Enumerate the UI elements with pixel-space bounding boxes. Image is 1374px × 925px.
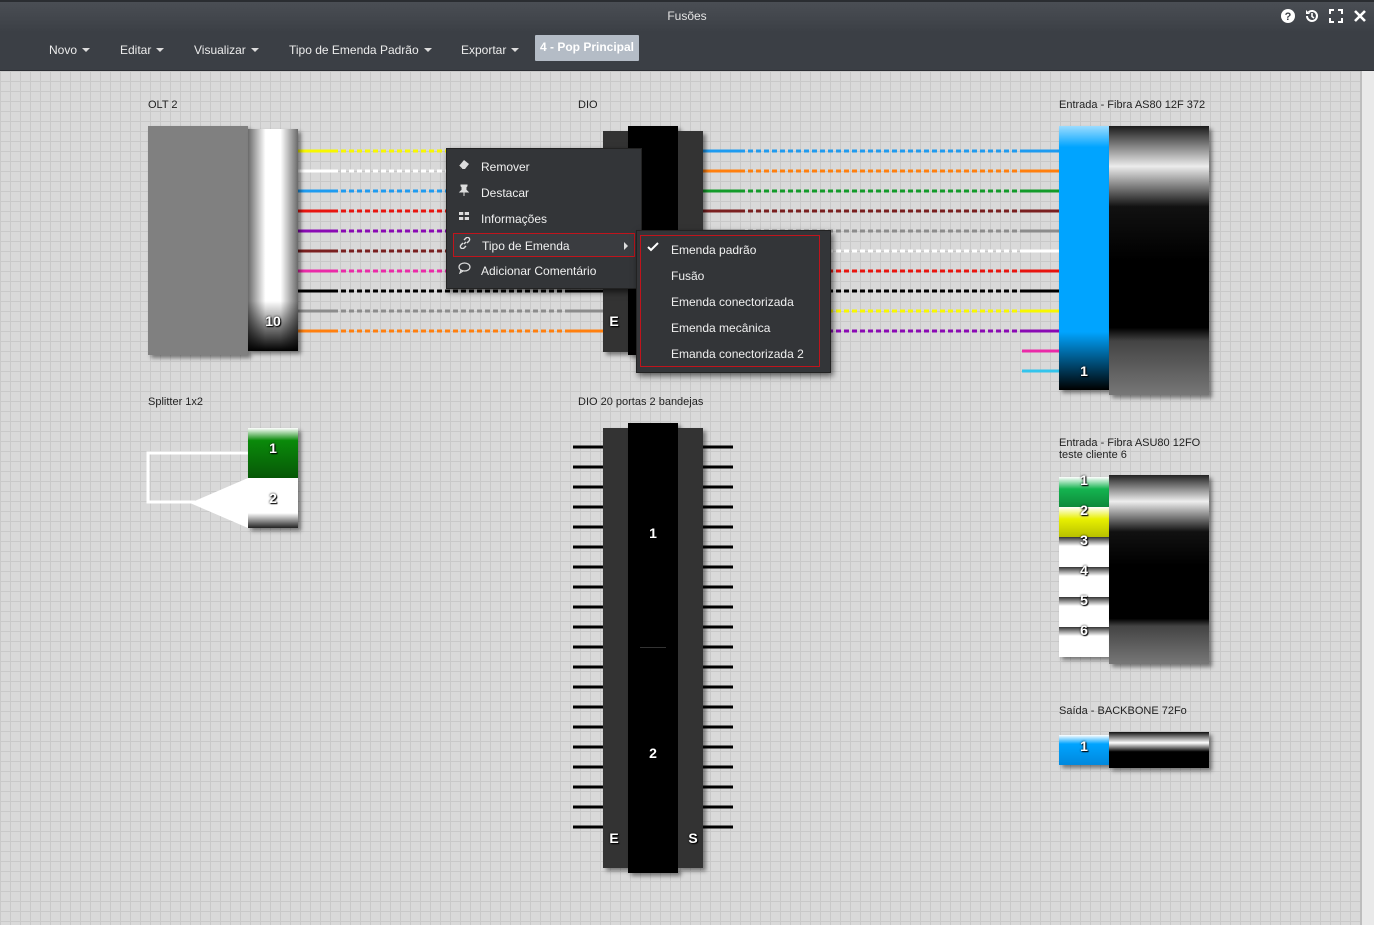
dio20-divider — [640, 647, 666, 648]
saida-cable[interactable] — [1109, 732, 1209, 768]
info-icon — [457, 207, 471, 231]
menu-visualizar-label: Visualizar — [194, 43, 246, 57]
dio20-tray2: 2 — [649, 745, 657, 761]
ctx-adicionar-comentario[interactable]: Adicionar Comentário — [453, 259, 637, 283]
link-icon — [458, 234, 472, 258]
dio20-side-s: S — [688, 830, 698, 846]
dio20-tray-left[interactable] — [603, 428, 628, 868]
saida-label: Saída - BACKBONE 72Fo — [1059, 705, 1187, 717]
ctx-destacar[interactable]: Destacar — [453, 181, 637, 205]
dio-side-e: E — [609, 313, 619, 329]
dio-label: DIO — [578, 99, 598, 111]
entrada2-fiber-num-4: 4 — [1080, 562, 1088, 578]
ctx-tipo-emenda[interactable]: Tipo de Emenda — [453, 233, 635, 257]
vertical-scrollbar[interactable] — [1360, 71, 1374, 925]
ctx-remover-label: Remover — [481, 160, 530, 174]
sub-emanda-conectorizada-2-label: Emanda conectorizada 2 — [671, 347, 804, 361]
sub-fusao-label: Fusão — [671, 269, 705, 283]
eraser-icon — [457, 155, 471, 179]
entrada1-tube-number: 1 — [1080, 363, 1088, 379]
ctx-adicionar-comentario-label: Adicionar Comentário — [481, 264, 597, 278]
entrada1-cable[interactable] — [1109, 126, 1209, 395]
entrada1-label: Entrada - Fibra AS80 12F 372 — [1059, 99, 1206, 111]
caret-down-icon — [156, 48, 165, 52]
menu-editar[interactable]: Editar — [120, 31, 165, 69]
menu-bar: Novo Editar Visualizar Tipo de Emenda Pa… — [0, 31, 1374, 71]
menu-novo[interactable]: Novo — [49, 31, 91, 69]
menu-exportar[interactable]: Exportar — [461, 31, 520, 69]
svg-text:?: ? — [1285, 11, 1292, 23]
entrada2-fiber-num-3: 3 — [1080, 532, 1088, 548]
history-icon[interactable] — [1300, 2, 1324, 31]
ctx-tipo-emenda-label: Tipo de Emenda — [482, 239, 570, 253]
dio20-label: DIO 20 portas 2 bandejas — [578, 396, 704, 408]
entrada2-cable[interactable] — [1109, 475, 1209, 664]
caret-down-icon — [511, 48, 520, 52]
fullscreen-icon[interactable] — [1324, 2, 1348, 31]
caret-down-icon — [82, 48, 91, 52]
context-menu: Remover Destacar Informações Tipo de Eme… — [446, 148, 642, 289]
olt-body[interactable] — [148, 126, 248, 355]
sub-emenda-padrao-label: Emenda padrão — [671, 243, 757, 257]
comment-icon — [457, 259, 471, 283]
splitter-out2-number: 2 — [269, 490, 277, 506]
menu-exportar-label: Exportar — [461, 43, 507, 57]
caret-down-icon — [423, 48, 432, 52]
sub-emenda-conectorizada[interactable]: Emenda conectorizada — [643, 290, 823, 314]
dio20-side-e: E — [609, 830, 619, 846]
pop-badge[interactable]: 4 - Pop Principal — [535, 35, 640, 61]
splitter-label: Splitter 1x2 — [148, 396, 204, 408]
splice-canvas[interactable]: OLT 2 10 DIO E Entrada - Fibra AS80 12F … — [0, 71, 1360, 925]
menu-novo-label: Novo — [49, 43, 78, 57]
sub-emenda-mecanica-label: Emenda mecânica — [671, 321, 771, 335]
olt-port-number: 10 — [265, 313, 281, 329]
ctx-informacoes-label: Informações — [481, 212, 548, 226]
entrada2-label: Entrada - Fibra ASU80 12FO teste cliente… — [1059, 437, 1201, 461]
submenu-tipo-emenda: Emenda padrão Fusão Emenda conectorizada… — [636, 230, 831, 373]
sub-emenda-mecanica[interactable]: Emenda mecânica — [643, 316, 823, 340]
entrada2-fiber-num-2: 2 — [1080, 502, 1088, 518]
saida-tube-number: 1 — [1080, 738, 1088, 754]
dio20-tray1: 1 — [649, 525, 657, 541]
check-icon — [646, 238, 660, 262]
splitter-wedge — [190, 478, 248, 528]
sub-emenda-conectorizada-label: Emenda conectorizada — [671, 295, 794, 309]
dio20-tray-right[interactable] — [678, 428, 703, 868]
ctx-destacar-label: Destacar — [481, 186, 530, 200]
help-icon[interactable]: ? — [1276, 2, 1300, 31]
submenu-arrow-icon — [624, 242, 628, 250]
caret-down-icon — [250, 48, 259, 52]
menu-tipo-emenda-padrao[interactable]: Tipo de Emenda Padrão — [289, 31, 432, 69]
sub-emenda-padrao[interactable]: Emenda padrão — [643, 238, 823, 262]
close-icon[interactable] — [1348, 2, 1372, 31]
olt-label: OLT 2 — [148, 99, 178, 111]
entrada1-tube[interactable] — [1059, 126, 1109, 390]
menu-tipo-emenda-label: Tipo de Emenda Padrão — [289, 43, 419, 57]
entrada2-fiber-num-6: 6 — [1080, 622, 1088, 638]
entrada2-fiber-num-5: 5 — [1080, 592, 1088, 608]
fusoes-window: Fusões ? Novo Editar Visualizar Tipo de … — [0, 0, 1374, 925]
pin-icon — [457, 181, 471, 205]
splitter-out1-number: 1 — [269, 440, 277, 456]
title-bar: Fusões ? — [0, 0, 1374, 31]
sub-fusao[interactable]: Fusão — [643, 264, 823, 288]
menu-visualizar[interactable]: Visualizar — [194, 31, 259, 69]
ctx-remover[interactable]: Remover — [453, 155, 637, 179]
window-title: Fusões — [667, 9, 707, 23]
entrada2-fiber-num-1: 1 — [1080, 472, 1088, 488]
ctx-informacoes[interactable]: Informações — [453, 207, 637, 231]
menu-editar-label: Editar — [120, 43, 152, 57]
dio20-body[interactable] — [628, 423, 678, 873]
sub-emanda-conectorizada-2[interactable]: Emanda conectorizada 2 — [643, 342, 823, 366]
